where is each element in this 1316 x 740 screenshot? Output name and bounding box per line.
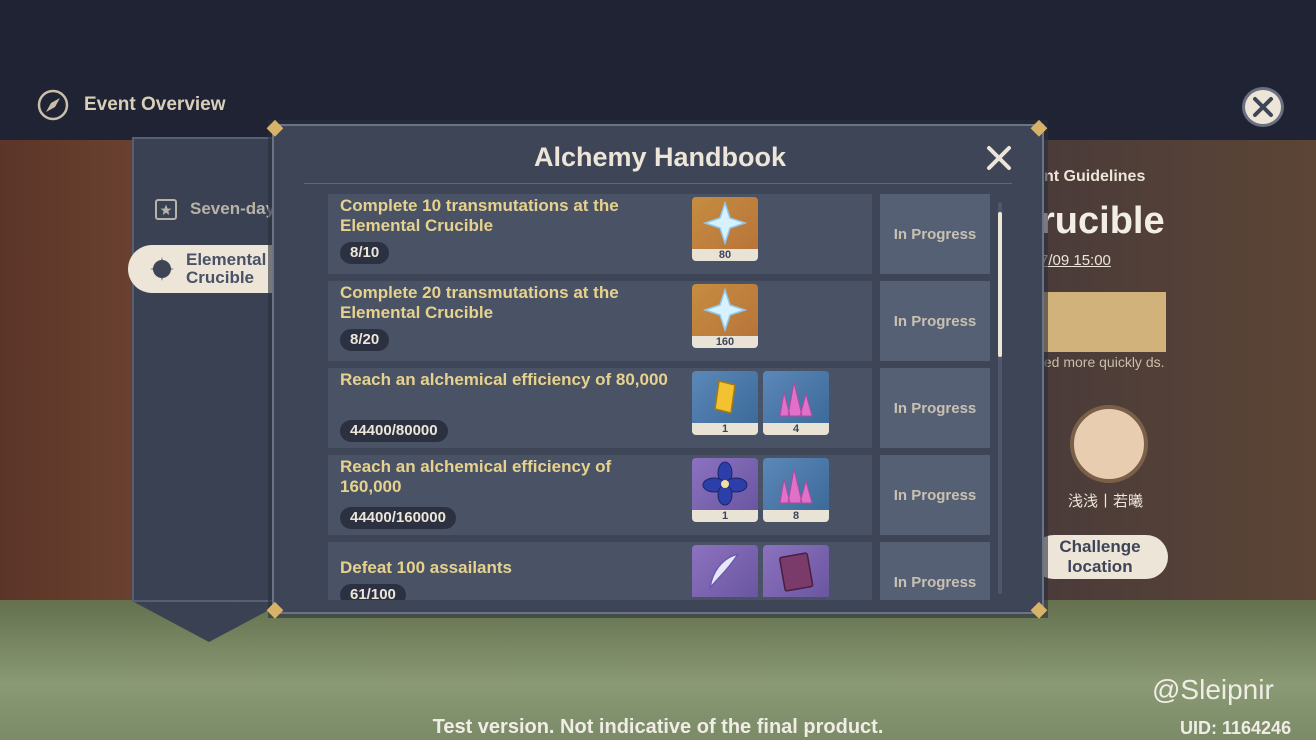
- event-name: rucible: [1040, 200, 1165, 242]
- reward-count: 1: [692, 510, 758, 522]
- pink-crystal-icon: [779, 468, 813, 504]
- book-icon: [779, 552, 814, 592]
- task-row: Complete 10 transmutations at the Elemen…: [328, 194, 990, 274]
- frame-corner-ornament: ◆: [266, 597, 284, 622]
- watermark: @Sleipnir: [1152, 674, 1274, 705]
- task-row: Reach an alchemical efficiency of 80,000…: [328, 368, 990, 448]
- reward-count: 1: [692, 423, 758, 435]
- sidebar-item-label: Elemental Crucible: [186, 250, 267, 287]
- close-icon[interactable]: [984, 143, 1014, 173]
- feather-icon: [708, 552, 740, 591]
- crucible-icon: [150, 257, 174, 281]
- close-event-overview-button[interactable]: [1242, 87, 1284, 127]
- page-title: Event Overview: [84, 94, 226, 115]
- go-button[interactable]: [1040, 292, 1166, 352]
- sidebar-item-elemental-crucible[interactable]: Elemental Crucible: [128, 245, 290, 293]
- task-progress: 61/100: [340, 584, 406, 600]
- reward-item[interactable]: 8: [763, 458, 829, 522]
- event-guidelines-label: nt Guidelines: [1044, 168, 1146, 185]
- task-progress: 8/20: [340, 329, 390, 351]
- background-left: [0, 140, 140, 600]
- task-row: Reach an alchemical efficiency of 160,00…: [328, 455, 990, 535]
- gold-shard-icon: [714, 380, 736, 414]
- page-header: Event Overview: [36, 88, 226, 122]
- task-description: Reach an alchemical efficiency of 160,00…: [340, 457, 612, 496]
- event-note: ted more quickly ds.: [1040, 354, 1165, 370]
- task-description: Defeat 100 assailants: [340, 558, 512, 577]
- task-progress: 44400/80000: [340, 420, 448, 442]
- task-info: Reach an alchemical efficiency of 160,00…: [328, 455, 872, 535]
- alchemy-handbook-dialog: Alchemy Handbook Complete 10 transmutati…: [272, 124, 1044, 614]
- reward-item[interactable]: [763, 545, 829, 600]
- task-status: In Progress: [880, 542, 990, 600]
- compass-icon: [37, 89, 69, 121]
- task-status: In Progress: [880, 194, 990, 274]
- primogem-icon: [703, 288, 747, 332]
- task-row: Defeat 100 assailants 61/100 In Progress: [328, 542, 990, 600]
- frame-corner-ornament: ◆: [1030, 115, 1048, 140]
- reward-item[interactable]: 80: [692, 197, 758, 261]
- frame-corner-ornament: ◆: [1030, 597, 1048, 622]
- task-list[interactable]: Complete 10 transmutations at the Elemen…: [328, 194, 990, 600]
- task-description: Complete 20 transmutations at the Elemen…: [340, 283, 619, 322]
- pink-crystal-icon: [779, 381, 813, 417]
- reward-count: 80: [692, 249, 758, 261]
- reward-count: 160: [692, 336, 758, 348]
- task-status: In Progress: [880, 455, 990, 535]
- dialog-title: Alchemy Handbook: [533, 142, 787, 172]
- task-status: In Progress: [880, 281, 990, 361]
- task-status: In Progress: [880, 368, 990, 448]
- sidebar-tip: [134, 602, 284, 642]
- event-sidebar: Seven-day Elemental Crucible ✦: [128, 137, 290, 642]
- challenge-location-button[interactable]: Challenge location: [1032, 535, 1168, 579]
- reward-count: 8: [763, 510, 829, 522]
- sidebar-item-label: Seven-day: [190, 199, 276, 218]
- event-date: 7/09 15:00: [1040, 252, 1111, 269]
- character-name: 浅浅丨若曦: [1068, 492, 1144, 510]
- primogem-icon: [703, 201, 747, 245]
- reward-count: 4: [763, 423, 829, 435]
- task-description: Complete 10 transmutations at the Elemen…: [340, 196, 619, 235]
- test-version-notice: Test version. Not indicative of the fina…: [432, 716, 884, 738]
- character-portrait: [1070, 405, 1148, 483]
- task-row: Complete 20 transmutations at the Elemen…: [328, 281, 990, 361]
- reward-item[interactable]: 4: [763, 371, 829, 435]
- calendar-icon: [155, 199, 177, 220]
- reward-item[interactable]: 1: [692, 371, 758, 435]
- task-progress: 8/10: [340, 242, 390, 264]
- task-info: Reach an alchemical efficiency of 80,000…: [328, 368, 872, 448]
- sidebar-item-seven-day[interactable]: Seven-day: [152, 195, 275, 223]
- scrollbar-thumb[interactable]: [998, 212, 1002, 357]
- scrollbar[interactable]: [998, 202, 1002, 594]
- title-divider: [304, 183, 1012, 184]
- reward-item[interactable]: 160: [692, 284, 758, 348]
- close-icon: [1253, 97, 1273, 117]
- task-info: Defeat 100 assailants 61/100: [328, 542, 872, 600]
- task-progress: 44400/160000: [340, 507, 456, 529]
- task-info: Complete 20 transmutations at the Elemen…: [328, 281, 872, 361]
- reward-item[interactable]: [692, 545, 758, 600]
- frame-corner-ornament: ◆: [266, 115, 284, 140]
- task-description: Reach an alchemical efficiency of 80,000: [340, 370, 668, 389]
- blue-flower-icon: [702, 461, 748, 506]
- reward-item[interactable]: 1: [692, 458, 758, 522]
- uid-label: UID: 1164246: [1180, 718, 1292, 738]
- task-info: Complete 10 transmutations at the Elemen…: [328, 194, 872, 274]
